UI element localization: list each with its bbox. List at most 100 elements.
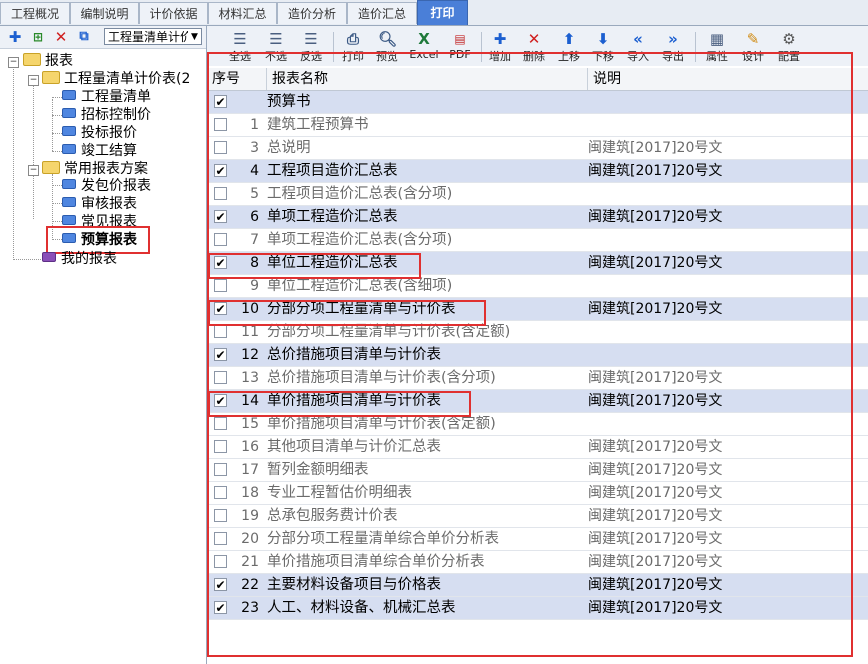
tree-item-bill-quantities[interactable]: 工程量清单 xyxy=(62,88,151,106)
row-checkbox[interactable] xyxy=(214,532,227,545)
table-row[interactable]: ✔ 14 单价措施项目清单与计价表 闽建筑[2017]20号文 xyxy=(207,390,868,413)
table-row[interactable]: 1 建筑工程预算书 xyxy=(207,114,868,137)
row-checkbox[interactable]: ✔ xyxy=(214,164,227,178)
row-checkbox[interactable]: ✔ xyxy=(214,256,227,270)
import-button[interactable]: «导入 xyxy=(622,30,654,64)
table-row[interactable]: ✔ 6 单项工程造价汇总表 闽建筑[2017]20号文 xyxy=(207,206,868,229)
row-checkbox[interactable] xyxy=(214,118,227,131)
delete-icon[interactable]: ✕ xyxy=(52,28,70,46)
row-number: 16 xyxy=(241,439,259,455)
tree-node-common-schemes[interactable]: 常用报表方案 xyxy=(42,160,148,178)
table-row[interactable]: 16 其他项目清单与计价汇总表 闽建筑[2017]20号文 xyxy=(207,436,868,459)
table-row[interactable]: 17 暂列金额明细表 闽建筑[2017]20号文 xyxy=(207,459,868,482)
row-checkbox[interactable] xyxy=(214,325,227,338)
move-up-button[interactable]: ⬆ 上移 xyxy=(553,30,585,64)
row-checkbox[interactable] xyxy=(214,279,227,292)
add-report-button[interactable]: ✚ 增加 xyxy=(484,30,516,64)
tree-item-bid-quote[interactable]: 投标报价 xyxy=(62,124,137,142)
report-name: 主要材料设备项目与价格表 xyxy=(267,577,441,593)
table-row[interactable]: 15 单价措施项目清单与计价表(含定额) xyxy=(207,413,868,436)
row-number: 5 xyxy=(250,186,259,202)
table-row[interactable]: ✔ 8 单位工程造价汇总表 闽建筑[2017]20号文 xyxy=(207,252,868,275)
tree-item-final-settlement[interactable]: 竣工结算 xyxy=(62,142,137,160)
table-row[interactable]: 9 单位工程造价汇总表(含细项) xyxy=(207,275,868,298)
row-checkbox[interactable]: ✔ xyxy=(214,95,227,109)
select-none-button[interactable]: ☰ 不选 xyxy=(260,30,292,64)
row-checkbox[interactable] xyxy=(214,417,227,430)
tree-item-audit-reports[interactable]: 审核报表 xyxy=(62,195,137,213)
print-button[interactable]: ⎙ 打印 xyxy=(337,30,369,64)
table-row[interactable]: 3 总说明 闽建筑[2017]20号文 xyxy=(207,137,868,160)
export-excel-button[interactable]: X Excel xyxy=(408,30,440,61)
column-header-name[interactable]: 报表名称 xyxy=(267,68,588,90)
table-row[interactable]: 11 分部分项工程量清单与计价表(含定额) xyxy=(207,321,868,344)
report-icon xyxy=(62,179,76,189)
tab-project-overview[interactable]: 工程概况 xyxy=(0,2,70,24)
table-row[interactable]: 5 工程项目造价汇总表(含分项) xyxy=(207,183,868,206)
row-checkbox[interactable]: ✔ xyxy=(214,394,227,408)
move-down-button[interactable]: ⬇ 下移 xyxy=(587,30,619,64)
row-checkbox[interactable] xyxy=(214,555,227,568)
config-button[interactable]: ⚙ 配置 xyxy=(773,30,805,64)
row-checkbox[interactable]: ✔ xyxy=(214,210,227,224)
tab-description[interactable]: 编制说明 xyxy=(70,2,139,24)
row-checkbox[interactable]: ✔ xyxy=(214,601,227,615)
add-child-icon[interactable]: ⊞ xyxy=(29,28,47,46)
tab-pricing-basis[interactable]: 计价依据 xyxy=(139,2,208,24)
row-checkbox[interactable] xyxy=(214,440,227,453)
invert-selection-button[interactable]: ☰ 反选 xyxy=(295,30,327,64)
report-name: 总说明 xyxy=(267,140,311,156)
table-row[interactable]: 19 总承包服务费计价表 闽建筑[2017]20号文 xyxy=(207,505,868,528)
properties-button[interactable]: ▦ 属性 xyxy=(701,30,733,64)
report-name: 分部分项工程量清单综合单价分析表 xyxy=(267,531,499,547)
row-checkbox[interactable] xyxy=(214,509,227,522)
table-row[interactable]: ✔ 预算书 xyxy=(207,91,868,114)
row-checkbox[interactable] xyxy=(214,486,227,499)
tree-item-contract-price-reports[interactable]: 发包价报表 xyxy=(62,177,151,195)
tree-expander-root[interactable]: − xyxy=(8,57,19,68)
row-checkbox[interactable] xyxy=(214,141,227,154)
tab-cost-summary[interactable]: 造价汇总 xyxy=(347,2,417,24)
table-row[interactable]: ✔ 22 主要材料设备项目与价格表 闽建筑[2017]20号文 xyxy=(207,574,868,597)
tab-print[interactable]: 打印 xyxy=(417,0,468,25)
table-row[interactable]: ✔ 23 人工、材料设备、机械汇总表 闽建筑[2017]20号文 xyxy=(207,597,868,620)
row-checkbox[interactable] xyxy=(214,463,227,476)
tree-expander-group1[interactable]: − xyxy=(28,75,39,86)
tree-node-bill-pricing[interactable]: 工程量清单计价表(2 xyxy=(42,70,190,88)
row-checkbox[interactable] xyxy=(214,371,227,384)
table-row[interactable]: 20 分部分项工程量清单综合单价分析表 闽建筑[2017]20号文 xyxy=(207,528,868,551)
column-header-seq[interactable]: 序号 xyxy=(207,68,267,90)
chevron-down-icon[interactable]: ▼ xyxy=(188,29,201,44)
copy-icon[interactable]: ⧉ xyxy=(75,28,93,46)
table-row[interactable]: ✔ 10 分部分项工程量清单与计价表 闽建筑[2017]20号文 xyxy=(207,298,868,321)
export-pdf-button[interactable]: ▤ PDF xyxy=(444,30,476,61)
delete-report-button[interactable]: ✕ 删除 xyxy=(518,30,550,64)
table-row[interactable]: ✔ 4 工程项目造价汇总表 闽建筑[2017]20号文 xyxy=(207,160,868,183)
gear-icon: ⚙ xyxy=(782,30,796,48)
row-checkbox[interactable]: ✔ xyxy=(214,302,227,316)
row-checkbox[interactable]: ✔ xyxy=(214,348,227,362)
tree-expander-group2[interactable]: − xyxy=(28,165,39,176)
table-row[interactable]: 13 总价措施项目清单与计价表(含分项) 闽建筑[2017]20号文 xyxy=(207,367,868,390)
report-name: 专业工程暂估价明细表 xyxy=(267,485,412,501)
preview-button[interactable]: 🔍︎ 预览 xyxy=(371,30,403,64)
row-checkbox[interactable] xyxy=(214,233,227,246)
add-icon[interactable]: ✚ xyxy=(6,28,24,46)
select-all-button[interactable]: ☰ 全选 xyxy=(224,30,256,64)
row-checkbox[interactable]: ✔ xyxy=(214,578,227,592)
table-row[interactable]: 18 专业工程暂估价明细表 闽建筑[2017]20号文 xyxy=(207,482,868,505)
tree-item-tender-control-price[interactable]: 招标控制价 xyxy=(62,106,151,124)
report-set-select[interactable]: 工程量清单计价 ▼ xyxy=(104,28,202,45)
tree-node-root[interactable]: 报表 xyxy=(23,52,73,70)
row-checkbox[interactable] xyxy=(214,187,227,200)
table-row[interactable]: 21 单价措施项目清单综合单价分析表 闽建筑[2017]20号文 xyxy=(207,551,868,574)
column-header-note[interactable]: 说明 xyxy=(588,68,868,90)
tree-item-my-reports[interactable]: 我的报表 xyxy=(42,250,117,268)
row-number: 3 xyxy=(250,140,259,156)
table-row[interactable]: 7 单项工程造价汇总表(含分项) xyxy=(207,229,868,252)
design-button[interactable]: ✎ 设计 xyxy=(737,30,769,64)
tab-material-summary[interactable]: 材料汇总 xyxy=(208,2,277,24)
table-row[interactable]: ✔ 12 总价措施项目清单与计价表 xyxy=(207,344,868,367)
tab-cost-analysis[interactable]: 造价分析 xyxy=(277,2,347,24)
export-button[interactable]: » 导出 xyxy=(657,30,689,64)
